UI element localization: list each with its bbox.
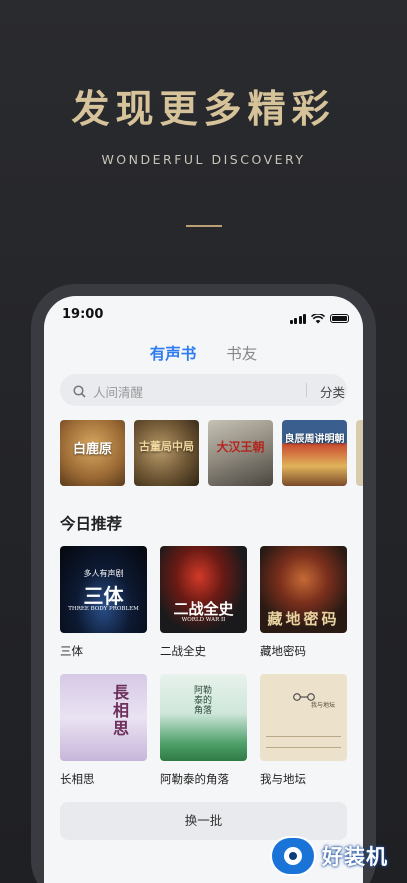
section-title-today: 今日推荐 bbox=[60, 515, 123, 533]
tab-audiobooks[interactable]: 有声书 bbox=[150, 342, 197, 364]
cover-dahan[interactable]: 大汉王朝 bbox=[208, 420, 273, 486]
book-card[interactable]: 阿勒泰的角落 阿勒泰的角落 bbox=[160, 674, 247, 787]
wall-pattern bbox=[266, 736, 341, 748]
watermark-logo-icon bbox=[270, 836, 316, 876]
book-cover: 二战全史 WORLD WAR II bbox=[160, 546, 247, 633]
book-card[interactable]: 多人有声剧 三体 THREE BODY PROBLEM 三体 bbox=[60, 546, 147, 659]
book-cover: 我与地坛 bbox=[260, 674, 347, 761]
signal-icon bbox=[289, 313, 306, 324]
cover-gudong[interactable]: 古董局中局 bbox=[134, 420, 199, 486]
watermark: 好装机 bbox=[270, 834, 407, 878]
promo-headline: 发现更多精彩 bbox=[71, 86, 336, 131]
search-placeholder[interactable]: 人间清醒 bbox=[93, 382, 143, 401]
app-screen: 19:00 有声书 书友 人间清醒 分类 白鹿原 古董局中局 大汉王朝 良辰周讲… bbox=[44, 296, 363, 883]
wifi-icon bbox=[310, 309, 326, 328]
watermark-text: 好装机 bbox=[322, 845, 388, 869]
book-name: 阿勒泰的角落 bbox=[160, 772, 229, 786]
status-time: 19:00 bbox=[62, 307, 104, 322]
glasses-icon bbox=[292, 686, 316, 701]
book-name: 我与地坛 bbox=[260, 772, 306, 786]
book-card[interactable]: 長相思 长相思 bbox=[60, 674, 147, 787]
book-cover: 阿勒泰的角落 bbox=[160, 674, 247, 761]
book-cover: 藏地密码 bbox=[260, 546, 347, 633]
promo-divider bbox=[186, 225, 222, 227]
promo-subheadline: WONDERFUL DISCOVERY bbox=[101, 152, 306, 167]
book-name: 二战全史 bbox=[160, 644, 206, 658]
cover-partial[interactable] bbox=[356, 420, 363, 486]
book-card[interactable]: 二战全史 WORLD WAR II 二战全史 bbox=[160, 546, 247, 659]
book-cover: 長相思 bbox=[60, 674, 147, 761]
cover-bailuyuan[interactable]: 白鹿原 bbox=[60, 420, 125, 486]
book-card[interactable]: 藏地密码 藏地密码 bbox=[260, 546, 347, 659]
book-name: 藏地密码 bbox=[260, 644, 306, 658]
top-tabs: 有声书 书友 bbox=[44, 342, 363, 364]
book-name: 三体 bbox=[60, 644, 83, 658]
cover-liangchen[interactable]: 良辰周讲明朝 bbox=[282, 420, 347, 486]
search-bar[interactable]: 人间清醒 分类 bbox=[60, 374, 347, 406]
category-button[interactable]: 分类 bbox=[320, 382, 345, 401]
book-cover: 多人有声剧 三体 THREE BODY PROBLEM bbox=[60, 546, 147, 633]
book-name: 长相思 bbox=[60, 772, 95, 786]
status-bar: 19:00 bbox=[44, 306, 363, 326]
top-covers-row: 白鹿原 古董局中局 大汉王朝 良辰周讲明朝 bbox=[60, 420, 363, 486]
search-separator bbox=[306, 383, 307, 397]
book-card[interactable]: 我与地坛 我与地坛 bbox=[260, 674, 347, 787]
search-icon bbox=[73, 383, 86, 402]
battery-icon bbox=[330, 314, 349, 323]
tab-book-friends[interactable]: 书友 bbox=[226, 342, 257, 364]
